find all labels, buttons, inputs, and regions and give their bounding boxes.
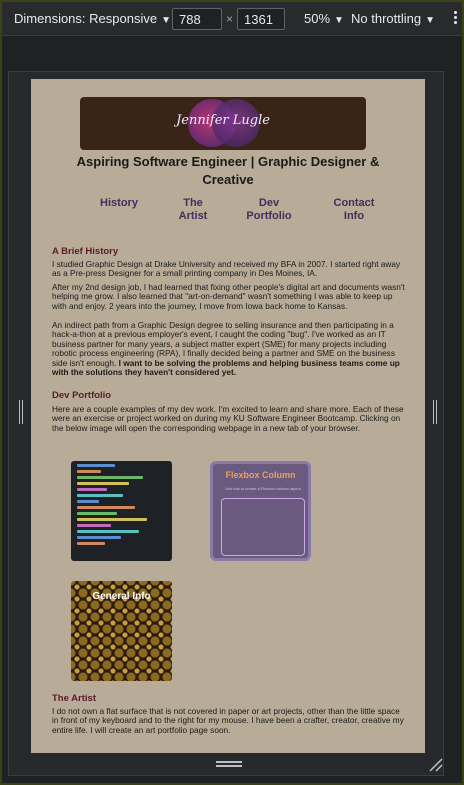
dimensions-label: Dimensions: Responsive [14, 11, 158, 26]
height-input[interactable]: 1361 [237, 8, 285, 30]
right-resize-handle[interactable] [433, 400, 437, 424]
general-info-thumbnail[interactable]: General Info [71, 581, 172, 681]
device-toolbar: Dimensions: Responsive ▼ 788 × 1361 50% ▼ … [2, 2, 462, 36]
more-options-icon[interactable] [448, 9, 462, 29]
section-title-history: A Brief History [52, 246, 119, 257]
portfolio-intro: Here are a couple examples of my dev wor… [52, 404, 404, 433]
zoom-label: 50% [304, 11, 331, 26]
logo-text: Jennifer Lugle [176, 113, 270, 128]
history-paragraph-1: I studied Graphic Design at Drake Univer… [52, 259, 401, 279]
history-paragraph-2: After my 2nd design job, I had learned t… [52, 282, 405, 311]
rendered-webpage: Jennifer Lugle Aspiring Software Enginee… [31, 79, 425, 753]
zoom-dropdown[interactable]: 50% ▼ [304, 11, 344, 26]
nav-link-line: The [183, 197, 203, 209]
bottom-resize-handle[interactable] [216, 761, 242, 767]
section-title-the-artist: The Artist [52, 693, 96, 704]
flexbox-column-thumbnail[interactable]: Flexbox Column Use this to create a Flex… [210, 461, 311, 561]
nav-link-line: History [100, 197, 138, 209]
nav-link-history[interactable]: History [91, 197, 147, 210]
media-query-bar [2, 37, 462, 67]
nav-link-line: Contact [333, 197, 375, 209]
code-sample-thumbnail[interactable] [71, 461, 172, 561]
general-info-thumbnail-title: General Info [92, 591, 151, 602]
dimensions-dropdown[interactable]: Dimensions: Responsive ▼ [14, 11, 171, 26]
history-paragraph-3: An indirect path from a Graphic Design d… [52, 320, 408, 377]
nav-link-contact-info[interactable]: Contact Info [323, 197, 385, 223]
nav-link-the-artist[interactable]: The Artist [165, 197, 221, 223]
page-headline: Aspiring Software Engineer | Graphic Des… [76, 154, 380, 187]
flexbox-thumbnail-subtitle: Use this to create a Flexbox column layo… [225, 486, 301, 491]
left-resize-handle[interactable] [19, 400, 23, 424]
chevron-down-icon: ▼ [334, 15, 344, 26]
nav-link-dev-portfolio[interactable]: Dev Portfolio [239, 197, 299, 223]
chevron-down-icon: ▼ [425, 15, 435, 26]
width-input[interactable]: 788 [172, 8, 222, 30]
flexbox-thumbnail-title: Flexbox Column [225, 470, 296, 480]
flexbox-thumbnail-code-box [221, 498, 305, 556]
nav-link-line: Artist [178, 210, 208, 222]
nav-link-line: Info [343, 210, 365, 222]
throttling-dropdown[interactable]: No throttling ▼ [351, 11, 435, 26]
chevron-down-icon: ▼ [161, 15, 171, 26]
times-separator: × [226, 12, 234, 26]
section-title-dev-portfolio: Dev Portfolio [52, 390, 112, 401]
nav-link-line: Portfolio [246, 210, 292, 222]
artist-paragraph-1: I do not own a flat surface that is not … [52, 706, 404, 735]
throttling-label: No throttling [351, 11, 422, 26]
resize-corner-icon[interactable] [428, 757, 444, 773]
nav-link-line: Dev [258, 197, 280, 209]
header-banner: Jennifer Lugle [80, 97, 366, 150]
